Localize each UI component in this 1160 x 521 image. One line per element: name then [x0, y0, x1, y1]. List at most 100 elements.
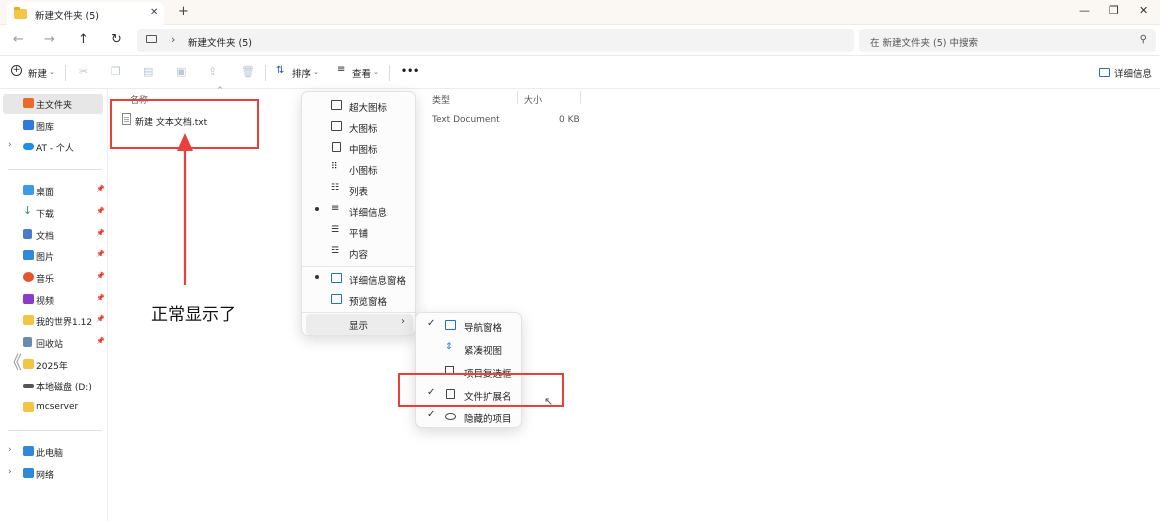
- details-button[interactable]: 详细信息: [1114, 66, 1152, 80]
- sidebar-item-desktop[interactable]: 桌面 📌: [0, 181, 108, 201]
- column-header-type[interactable]: 类型: [432, 93, 450, 106]
- menu-item-content[interactable]: ☲ 内容: [306, 243, 413, 264]
- sidebar-item-documents[interactable]: 文档 📌: [0, 225, 108, 245]
- more-options-button[interactable]: •••: [401, 66, 419, 77]
- chevron-right-icon: ›: [171, 33, 176, 46]
- separator: [389, 65, 390, 81]
- sidebar-item-drive-d[interactable]: 本地磁盘 (D:): [0, 376, 108, 396]
- sidebar-item-home[interactable]: 主文件夹: [3, 94, 103, 114]
- close-window-button[interactable]: ✕: [1139, 4, 1148, 17]
- back-button[interactable]: ←: [13, 32, 24, 47]
- menu-item-navigation-pane[interactable]: ✓ 导航窗格: [420, 316, 519, 337]
- sidebar-item-gallery[interactable]: 图库: [0, 116, 108, 136]
- collapse-sidebar-icon[interactable]: 《: [4, 349, 22, 375]
- address-bar[interactable]: › 新建文件夹 (5): [137, 29, 854, 52]
- refresh-button[interactable]: ↻: [111, 32, 122, 47]
- close-tab-button[interactable]: ✕: [150, 7, 158, 18]
- file-size: 0 KB: [559, 115, 580, 125]
- sidebar-item-label: 图片: [36, 253, 55, 263]
- menu-item-small-icons[interactable]: ⠿ 小图标: [306, 159, 413, 180]
- new-button[interactable]: 新建: [28, 66, 47, 80]
- check-icon: ✓: [427, 318, 436, 329]
- maximize-button[interactable]: ❐: [1109, 4, 1119, 17]
- menu-item-details[interactable]: ≡ 详细信息: [306, 201, 413, 222]
- download-icon: ↓: [23, 204, 33, 217]
- pin-icon: 📌: [96, 272, 105, 280]
- navigation-pane: 主文件夹 图库 › AT - 个人 桌面 📌 ↓ 下载 📌 文档 📌 图片 📌 …: [0, 89, 108, 521]
- menu-item-label: 详细信息: [349, 208, 388, 219]
- folder-icon: [14, 7, 27, 19]
- sidebar-item-label: 我的世界1.12.2: [36, 318, 93, 328]
- expand-icon[interactable]: ›: [8, 445, 12, 455]
- selected-dot: [315, 275, 319, 279]
- menu-item-label: 导航窗格: [464, 323, 503, 334]
- sidebar-item-onedrive[interactable]: › AT - 个人: [0, 137, 108, 157]
- tab-title: 新建文件夹 (5): [35, 11, 99, 22]
- menu-item-label: 紧凑视图: [464, 346, 503, 357]
- minimize-button[interactable]: —: [1079, 4, 1090, 17]
- menu-item-details-pane[interactable]: 详细信息窗格: [306, 269, 413, 290]
- expand-icon[interactable]: ›: [8, 140, 12, 150]
- paste-icon[interactable]: ▤: [143, 65, 153, 78]
- cut-icon[interactable]: ✂: [79, 65, 88, 78]
- menu-item-show[interactable]: 显示 ›: [306, 314, 413, 335]
- tab-current-folder[interactable]: 新建文件夹 (5) ✕: [7, 2, 164, 25]
- menu-item-hidden-items[interactable]: ✓ 隐藏的项目: [420, 407, 519, 428]
- divider: [8, 430, 102, 431]
- documents-icon: [23, 229, 32, 239]
- network-icon: [23, 468, 34, 478]
- search-input[interactable]: 在 新建文件夹 (5) 中搜索: [870, 35, 978, 49]
- sidebar-item-label: 下载: [36, 210, 55, 220]
- menu-item-label: 小图标: [349, 166, 378, 177]
- desktop-icon: [23, 185, 34, 195]
- sidebar-item-label: 桌面: [36, 188, 55, 198]
- column-header-size[interactable]: 大小: [524, 93, 542, 106]
- sidebar-item-this-pc[interactable]: › 此电脑: [0, 442, 108, 462]
- sort-up-icon: ^: [217, 86, 223, 94]
- address-row: ← → ↑ ↻ › 新建文件夹 (5) 在 新建文件夹 (5) 中搜索 ⚲: [0, 25, 1160, 56]
- expand-icon[interactable]: ›: [8, 467, 12, 477]
- folder-icon: [23, 359, 34, 369]
- menu-item-extra-large-icons[interactable]: 超大图标: [306, 96, 413, 117]
- search-box[interactable]: 在 新建文件夹 (5) 中搜索 ⚲: [859, 29, 1156, 52]
- details-icon: ≡: [331, 203, 340, 214]
- pin-icon: 📌: [96, 294, 105, 302]
- folder-icon: [23, 402, 34, 412]
- up-button[interactable]: ↑: [78, 32, 89, 47]
- cloud-icon: [23, 143, 34, 150]
- medium-icons-icon: [332, 142, 341, 152]
- sidebar-item-music[interactable]: 音乐 📌: [0, 268, 108, 288]
- menu-item-label: 显示: [349, 321, 369, 332]
- menu-item-tiles[interactable]: ☰ 平铺: [306, 222, 413, 243]
- new-tab-button[interactable]: +: [178, 4, 189, 19]
- menu-item-list[interactable]: ☷ 列表: [306, 180, 413, 201]
- address-path[interactable]: 新建文件夹 (5): [188, 35, 252, 49]
- menu-item-preview-pane[interactable]: 预览窗格: [306, 290, 413, 311]
- gallery-icon: [23, 120, 34, 130]
- menu-item-medium-icons[interactable]: 中图标: [306, 138, 413, 159]
- sidebar-item-minecraft[interactable]: 我的世界1.12.2 📌: [0, 311, 108, 331]
- copy-icon[interactable]: ❐: [111, 65, 121, 78]
- sidebar-item-mcserver[interactable]: mcserver: [0, 398, 108, 418]
- menu-item-label: 详细信息窗格: [349, 276, 407, 287]
- menu-item-large-icons[interactable]: 大图标: [306, 117, 413, 138]
- hidden-items-icon: [445, 413, 456, 420]
- sidebar-item-pictures[interactable]: 图片 📌: [0, 246, 108, 266]
- sidebar-item-label: 回收站: [36, 340, 64, 350]
- share-icon[interactable]: ⇪: [208, 65, 217, 78]
- highlight-box-file-extensions: [398, 373, 564, 407]
- sidebar-item-downloads[interactable]: ↓ 下载 📌: [0, 203, 108, 223]
- view-button[interactable]: 查看: [352, 66, 371, 80]
- tiles-icon: ☰: [331, 225, 340, 235]
- rename-icon[interactable]: ▣: [176, 65, 186, 78]
- sidebar-item-label: 图库: [36, 123, 55, 133]
- delete-icon[interactable]: 🗑: [241, 65, 255, 78]
- pc-icon: [23, 446, 34, 456]
- menu-item-compact-view[interactable]: ⇕ 紧凑视图: [420, 339, 519, 360]
- sidebar-item-label: AT - 个人: [36, 144, 74, 154]
- sidebar-item-network[interactable]: › 网络: [0, 464, 108, 484]
- sort-button[interactable]: 排序: [292, 66, 311, 80]
- forward-button[interactable]: →: [44, 32, 55, 47]
- annotation-arrow: [177, 133, 193, 285]
- sidebar-item-videos[interactable]: 视频 📌: [0, 290, 108, 310]
